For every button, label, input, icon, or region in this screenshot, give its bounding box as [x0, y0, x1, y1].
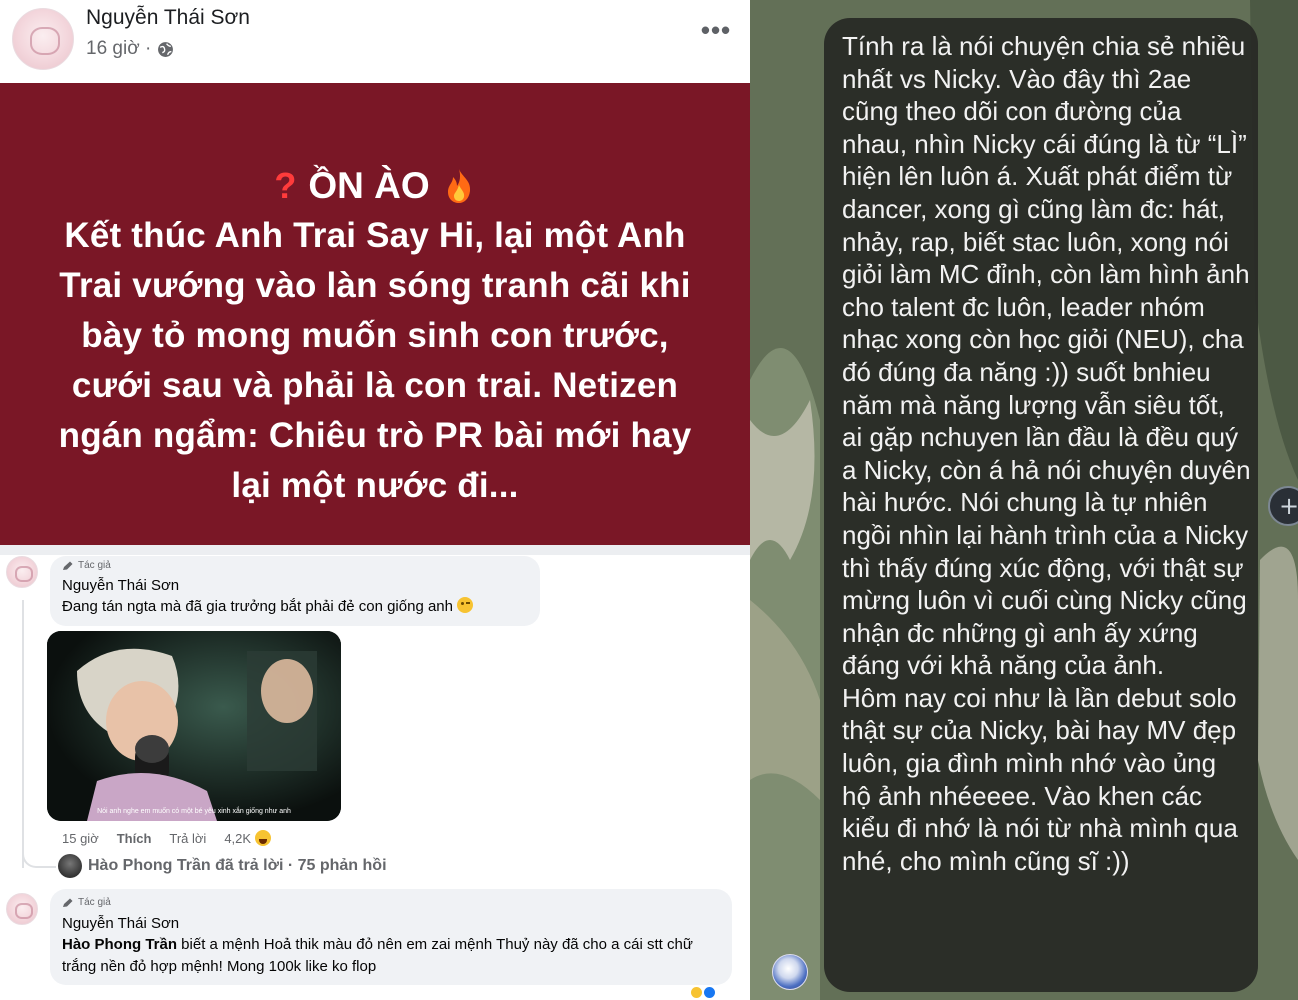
post-meta: 16 giờ · — [86, 38, 174, 60]
haha-reaction-icon — [253, 828, 274, 848]
fire-icon — [447, 169, 470, 203]
replies-link[interactable]: Hào Phong Trần đã trả lời · 75 phản hồi — [58, 854, 387, 878]
comment-time[interactable]: 15 giờ — [62, 831, 99, 846]
chat-message-panel: Tính ra là nói chuyện chia sẻ nhiều nhất… — [750, 0, 1298, 1000]
comment-photo[interactable]: Nói anh nghe em muốn có một bé yêu xinh … — [47, 631, 341, 821]
post-header: Nguyễn Thái Sơn 16 giờ · ••• — [0, 0, 750, 82]
thread-line — [22, 600, 24, 868]
banner-tag-text: ỒN ÀO — [308, 165, 430, 206]
author-tag: Tác giả — [62, 897, 111, 908]
like-reaction-icon — [703, 986, 717, 999]
replies-summary: Hào Phong Trần đã trả lời · 75 phản hồi — [88, 857, 387, 874]
comment-bubble: Tác giả Nguyễn Thái Sơn Đang tán ngta mà… — [50, 556, 540, 626]
author-tag-label: Tác giả — [78, 897, 111, 908]
question-mark-icon: ? — [274, 165, 297, 206]
pencil-icon — [63, 561, 73, 570]
like-button[interactable]: Thích — [117, 831, 152, 846]
haha-reaction-icon — [690, 986, 703, 999]
comment-text: Đang tán ngta mà đã gia trưởng bắt phải … — [62, 598, 453, 615]
comment-text-wrap: Hào Phong Trần biết a mệnh Hoả thik màu … — [62, 934, 722, 978]
pencil-icon — [63, 898, 73, 907]
reaction-icons[interactable] — [690, 986, 730, 1000]
mention-link[interactable]: Hào Phong Trần — [62, 936, 177, 953]
comment-author[interactable]: Nguyễn Thái Sơn — [62, 915, 179, 932]
section-divider — [0, 545, 750, 555]
comment-text-wrap: Đang tán ngta mà đã gia trưởng bắt phải … — [62, 596, 474, 618]
comment-bubble: Tác giả Nguyễn Thái Sơn Hào Phong Trần b… — [50, 889, 732, 985]
globe-icon — [158, 41, 174, 57]
reaction-count[interactable]: 4,2K — [224, 828, 291, 848]
replier-avatar — [58, 854, 82, 878]
comment-avatar[interactable] — [6, 893, 38, 925]
reaction-count-value: 4,2K — [224, 830, 252, 846]
message-text: Tính ra là nói chuyện chia sẻ nhiều nhất… — [842, 31, 1251, 876]
author-tag-label: Tác giả — [78, 560, 111, 571]
author-avatar[interactable] — [12, 8, 74, 70]
thread-curve — [22, 846, 56, 868]
facebook-post-panel: Nguyễn Thái Sơn 16 giờ · ••• ? ỒN ÀO Kết… — [0, 0, 750, 1000]
post-time[interactable]: 16 giờ · — [86, 38, 151, 60]
photo-art — [47, 631, 341, 821]
post-banner: ? ỒN ÀO Kết thúc Anh Trai Say Hi, lại mộ… — [0, 83, 750, 545]
comment-author[interactable]: Nguyễn Thái Sơn — [62, 577, 179, 594]
post-author-name[interactable]: Nguyễn Thái Sơn — [86, 6, 250, 30]
banner-tag: ? ỒN ÀO — [0, 165, 750, 207]
comment-actions: 15 giờ Thích Trả lời 4,2K — [62, 828, 291, 848]
sender-avatar[interactable] — [772, 954, 808, 990]
more-options-icon[interactable]: ••• — [700, 17, 732, 46]
photo-caption: Nói anh nghe em muốn có một bé yêu xinh … — [97, 808, 291, 815]
banner-headline: Kết thúc Anh Trai Say Hi, lại một Anh Tr… — [58, 216, 692, 505]
reply-button[interactable]: Trả lời — [169, 831, 206, 846]
wink-emoji-icon — [457, 597, 474, 613]
author-tag: Tác giả — [62, 560, 111, 571]
comment-avatar[interactable] — [6, 556, 38, 588]
